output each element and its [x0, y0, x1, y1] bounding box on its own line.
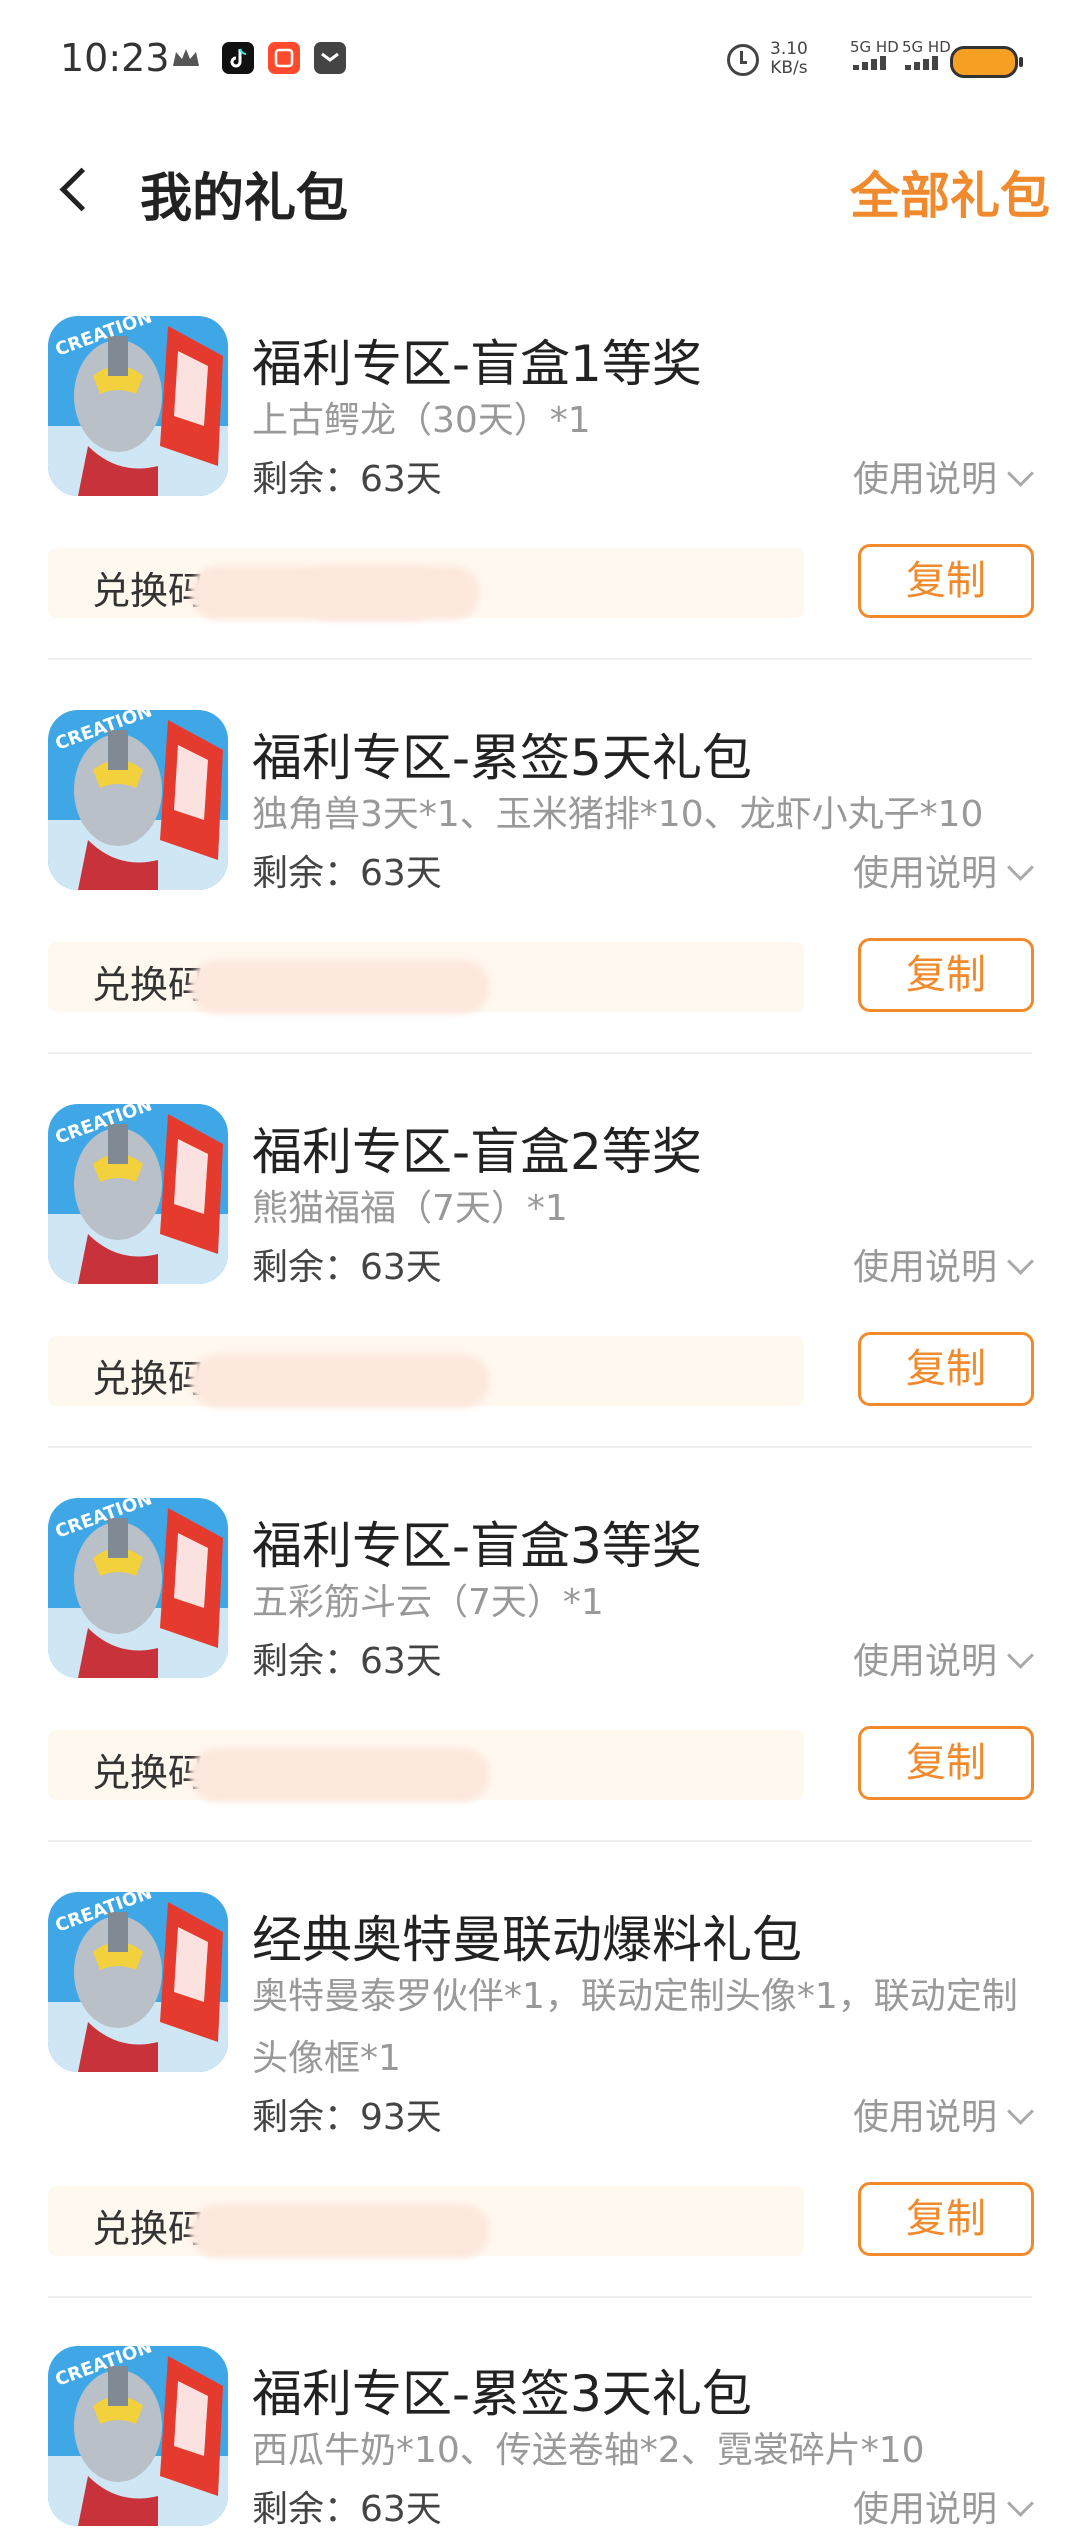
chevron-left-icon — [59, 167, 104, 212]
gift-name: 福利专区-盲盒2等奖 — [252, 1123, 702, 1181]
gift-name: 福利专区-盲盒3等奖 — [252, 1517, 702, 1575]
crown-icon — [173, 49, 199, 66]
copy-button[interactable]: 复制 — [858, 544, 1034, 618]
card-divider — [48, 658, 1032, 660]
signal-icon — [905, 56, 939, 70]
gift-contents: 独角兽3天*1、玉米猪排*10、龙虾小丸子*10 — [252, 794, 984, 835]
back-button[interactable] — [48, 160, 108, 220]
redacted-code — [190, 2204, 490, 2258]
signal-icon — [853, 56, 887, 70]
redacted-code — [300, 566, 440, 620]
status-time: 10:23 — [60, 36, 170, 80]
taobao-icon — [268, 42, 300, 74]
gift-name: 福利专区-累签5天礼包 — [252, 729, 752, 787]
status-bar: 10:23 3.10 KB/s 5G HD 5G HD — [0, 0, 1080, 120]
card-divider — [48, 1446, 1032, 1448]
game-icon: CREATION — [48, 2346, 228, 2526]
game-icon: CREATION — [48, 710, 228, 890]
redacted-code — [190, 1748, 490, 1802]
redeem-code-label: 兑换码 — [92, 2207, 207, 2251]
page-title: 我的礼包 — [140, 169, 349, 229]
gift-name: 福利专区-盲盒1等奖 — [252, 335, 702, 393]
game-icon: CREATION — [48, 1892, 228, 2072]
gift-contents: 奥特曼泰罗伙伴*1，联动定制头像*1，联动定制头像框*1 — [252, 1976, 1018, 2079]
chevron-down-icon — [1007, 854, 1034, 881]
usage-instructions-toggle[interactable]: 使用说明 — [853, 450, 1034, 502]
chevron-down-icon — [1007, 460, 1034, 487]
chevron-down-icon — [1007, 2098, 1034, 2125]
copy-button[interactable]: 复制 — [858, 1332, 1034, 1406]
battery-icon — [950, 46, 1023, 78]
chevron-down-icon — [1007, 1248, 1034, 1275]
chevron-down-icon — [1007, 2490, 1034, 2517]
chevron-down-icon — [1007, 1642, 1034, 1669]
redeem-code-label: 兑换码 — [92, 1751, 207, 1795]
game-icon: CREATION — [48, 316, 228, 496]
gift-remaining: 剩余：63天 — [252, 2489, 442, 2530]
alarm-icon — [727, 44, 759, 76]
redacted-code — [190, 1354, 490, 1408]
usage-instructions-toggle[interactable]: 使用说明 — [853, 2088, 1034, 2140]
sim2-signal: 5G HD — [902, 38, 951, 74]
redeem-code-label: 兑换码 — [92, 569, 207, 613]
gift-contents: 上古鳄龙（30天）*1 — [252, 400, 591, 441]
redeem-code-label: 兑换码 — [92, 1357, 207, 1401]
net-speed: 3.10 KB/s — [770, 39, 808, 78]
copy-button[interactable]: 复制 — [858, 1726, 1034, 1800]
all-gifts-link[interactable]: 全部礼包 — [850, 156, 1050, 228]
redacted-code — [190, 960, 490, 1014]
gift-remaining: 剩余：63天 — [252, 1641, 442, 1682]
gift-remaining: 剩余：93天 — [252, 2097, 442, 2138]
usage-instructions-toggle[interactable]: 使用说明 — [853, 2480, 1034, 2532]
usage-instructions-toggle[interactable]: 使用说明 — [853, 1238, 1034, 1290]
copy-button[interactable]: 复制 — [858, 938, 1034, 1012]
gift-contents: 西瓜牛奶*10、传送卷轴*2、霓裳碎片*10 — [252, 2430, 925, 2471]
usage-instructions-toggle[interactable]: 使用说明 — [853, 844, 1034, 896]
copy-button[interactable]: 复制 — [858, 2182, 1034, 2256]
game-icon: CREATION — [48, 1498, 228, 1678]
gift-remaining: 剩余：63天 — [252, 459, 442, 500]
gift-remaining: 剩余：63天 — [252, 1247, 442, 1288]
usage-instructions-toggle[interactable]: 使用说明 — [853, 1632, 1034, 1684]
card-divider — [48, 1840, 1032, 1842]
gift-remaining: 剩余：63天 — [252, 853, 442, 894]
tiktok-icon — [222, 42, 254, 74]
gift-contents: 熊猫福福（7天）*1 — [252, 1188, 568, 1229]
sim1-signal: 5G HD — [850, 38, 899, 74]
gift-name: 经典奥特曼联动爆料礼包 — [252, 1911, 802, 1969]
card-divider — [48, 1052, 1032, 1054]
card-divider — [48, 2296, 1032, 2298]
gift-name: 福利专区-累签3天礼包 — [252, 2365, 752, 2423]
message-icon — [314, 42, 346, 74]
gift-contents: 五彩筋斗云（7天）*1 — [252, 1582, 604, 1623]
game-icon: CREATION — [48, 1104, 228, 1284]
